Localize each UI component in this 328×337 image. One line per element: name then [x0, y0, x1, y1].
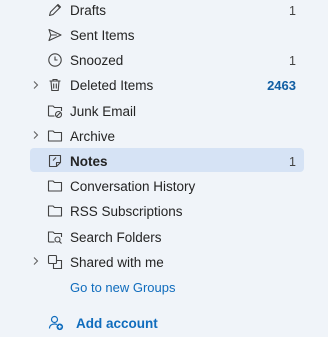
folder-pane: Drafts 1 Sent Items Snoozed 1 Deleted It…	[0, 0, 328, 337]
folder-label: RSS Subscriptions	[70, 204, 183, 219]
archive-icon	[47, 128, 63, 144]
junk-folder-icon	[47, 103, 63, 119]
add-account-button[interactable]: Add account	[76, 316, 158, 332]
folder-label: Drafts	[70, 3, 107, 18]
folder-label: Shared with me	[70, 255, 164, 270]
folder-label: Snoozed	[70, 53, 124, 68]
folder-icon	[47, 178, 63, 194]
go-to-groups-link[interactable]: Go to new Groups	[70, 280, 176, 296]
folder-label: Junk Email	[70, 104, 137, 119]
folder-count: 1	[289, 4, 296, 18]
folder-label: Archive	[70, 129, 116, 144]
shared-icon	[47, 254, 63, 270]
send-icon	[47, 27, 63, 43]
chevron-right-icon[interactable]	[31, 256, 41, 266]
search-folder-icon	[47, 229, 63, 245]
folder-icon	[47, 203, 63, 219]
folder-count: 1	[289, 155, 296, 169]
add-person-icon[interactable]	[48, 315, 64, 331]
unread-count: 2463	[267, 78, 296, 93]
folder-label: Sent Items	[70, 28, 135, 43]
folder-count: 1	[289, 54, 296, 68]
folder-label: Search Folders	[70, 230, 162, 245]
note-icon	[47, 153, 63, 169]
clock-icon	[47, 52, 63, 68]
folder-label: Conversation History	[70, 179, 196, 194]
chevron-right-icon[interactable]	[31, 80, 41, 90]
pencil-icon	[47, 2, 63, 18]
chevron-right-icon[interactable]	[31, 130, 41, 140]
folder-label: Notes	[70, 154, 108, 169]
trash-icon	[47, 77, 63, 93]
folder-label: Deleted Items	[70, 78, 154, 93]
